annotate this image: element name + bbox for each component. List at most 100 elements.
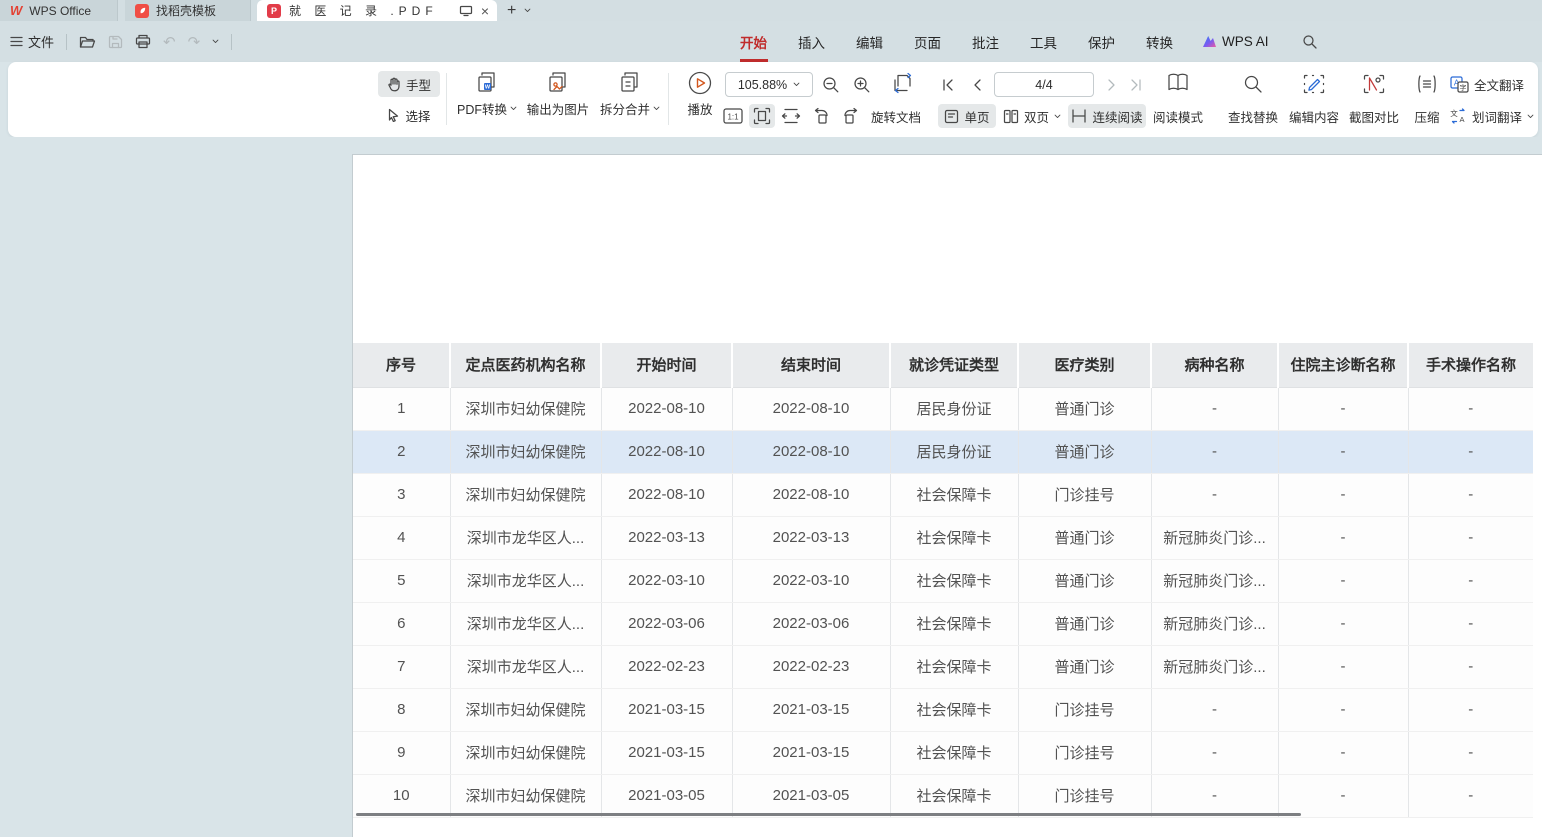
window-tab-bar: W WPS Office 找稻壳模板 P 就 医 记 录 .PDF × + <box>0 0 1542 21</box>
screenshot-compare-button[interactable]: 截图对比 <box>1342 104 1406 128</box>
double-page-button[interactable]: 双页 <box>1000 104 1064 128</box>
rotate-left-icon <box>812 107 830 125</box>
tab-document-pdf[interactable]: P 就 医 记 录 .PDF × <box>257 0 497 21</box>
save-icon[interactable] <box>108 35 123 49</box>
redo-icon[interactable]: ↷ <box>188 33 201 51</box>
edit-content-button[interactable]: 编辑内容 <box>1282 104 1346 128</box>
table-row: 4深圳市龙华区人...2022-03-132022-03-13社会保障卡普通门诊… <box>353 516 1533 559</box>
table-cell: 社会保障卡 <box>890 645 1018 688</box>
menu-comment[interactable]: 批注 <box>970 28 1001 56</box>
table-cell: - <box>1278 645 1408 688</box>
compress-button[interactable]: 压缩 <box>1410 104 1444 128</box>
table-cell: 新冠肺炎门诊... <box>1151 602 1278 645</box>
fit-width-button[interactable] <box>778 104 804 128</box>
rotate-pages-button[interactable] <box>886 68 920 98</box>
continuous-read-button[interactable]: 连续阅读 <box>1068 104 1146 128</box>
table-cell: 深圳市妇幼保健院 <box>450 731 601 774</box>
word-translate-button[interactable]: 文A 划词翻译 <box>1450 104 1542 128</box>
table-cell: - <box>1151 688 1278 731</box>
last-page-button[interactable] <box>1124 72 1148 97</box>
menu-edit[interactable]: 编辑 <box>854 28 885 56</box>
one-to-one-icon: 1:1 <box>723 108 743 124</box>
full-translate-button[interactable]: A字 全文翻译 <box>1450 70 1542 98</box>
table-cell: 2022-03-13 <box>732 516 890 559</box>
read-mode-label-button[interactable]: 阅读模式 <box>1148 104 1208 128</box>
hand-tool-button[interactable]: 手型 <box>378 71 440 97</box>
table-cell: - <box>1408 688 1533 731</box>
rotate-doc-button[interactable]: 旋转文档 <box>856 104 936 128</box>
table-cell: - <box>1408 602 1533 645</box>
table-cell: 2021-03-05 <box>732 774 890 817</box>
menu-page[interactable]: 页面 <box>912 28 943 56</box>
split-merge-label: 拆分合并 <box>600 99 650 118</box>
zoom-out-icon <box>822 76 840 94</box>
monitor-icon[interactable] <box>459 5 473 17</box>
menu-tools[interactable]: 工具 <box>1028 28 1059 56</box>
fit-page-button[interactable] <box>749 104 775 128</box>
table-cell: 门诊挂号 <box>1018 774 1151 817</box>
menu-bar: 文件 ↶ ↷ 开始 插入 编辑 页面 批注 工具 保护 转换 <box>0 21 1542 62</box>
folder-open-icon[interactable] <box>79 35 96 49</box>
search-icon[interactable] <box>1302 34 1318 50</box>
table-cell: 深圳市妇幼保健院 <box>450 774 601 817</box>
edit-content-button-icon[interactable] <box>1298 70 1330 98</box>
nav-first-icon <box>941 78 955 92</box>
column-header: 就诊凭证类型 <box>890 343 1018 387</box>
quick-access-toolbar: 文件 ↶ ↷ <box>10 21 232 62</box>
play-button[interactable]: 播放 <box>676 70 724 118</box>
split-merge-button[interactable]: 拆分合并 <box>588 70 672 118</box>
menu-convert[interactable]: 转换 <box>1144 28 1175 56</box>
table-cell: - <box>1408 516 1533 559</box>
first-page-button[interactable] <box>936 72 960 97</box>
wps-logo: W <box>10 3 22 18</box>
document-canvas[interactable]: 序号定点医药机构名称开始时间结束时间就诊凭证类型医疗类别病种名称住院主诊断名称手… <box>0 137 1542 837</box>
table-cell: 2022-03-06 <box>601 602 732 645</box>
search-icon <box>1243 74 1263 94</box>
column-header: 开始时间 <box>601 343 732 387</box>
file-menu-button[interactable]: 文件 <box>10 32 54 51</box>
table-cell: - <box>1278 602 1408 645</box>
table-cell: 4 <box>353 516 450 559</box>
undo-icon[interactable]: ↶ <box>163 33 176 51</box>
zoom-in-icon <box>853 76 871 94</box>
divider <box>66 34 67 50</box>
wps-ai-button[interactable]: WPS AI <box>1202 34 1269 49</box>
print-icon[interactable] <box>135 34 151 49</box>
read-mode-button[interactable] <box>1160 68 1196 98</box>
find-replace-button[interactable]: 查找替换 <box>1221 104 1285 128</box>
chevron-down-icon[interactable] <box>212 38 219 45</box>
menu-insert[interactable]: 插入 <box>796 28 827 56</box>
prev-page-button[interactable] <box>965 72 989 97</box>
table-cell: - <box>1408 473 1533 516</box>
page-number-input[interactable]: 4/4 <box>994 72 1094 97</box>
tab-docer-templates[interactable]: 找稻壳模板 <box>125 0 251 21</box>
continuous-read-label: 连续阅读 <box>1092 107 1142 126</box>
menu-home[interactable]: 开始 <box>738 28 769 56</box>
actual-size-button[interactable]: 1:1 <box>720 104 746 128</box>
table-row: 6深圳市龙华区人...2022-03-062022-03-06社会保障卡普通门诊… <box>353 602 1533 645</box>
chevron-down-icon <box>653 105 660 112</box>
export-image-label: 输出为图片 <box>527 99 590 118</box>
screenshot-compare-button-icon[interactable] <box>1358 70 1390 98</box>
table-cell: 深圳市妇幼保健院 <box>450 430 601 473</box>
next-page-button[interactable] <box>1100 72 1124 97</box>
zoom-in-button[interactable] <box>849 72 875 97</box>
select-tool-button[interactable]: 选择 <box>378 102 440 128</box>
find-replace-button-icon[interactable] <box>1237 70 1269 98</box>
table-cell: - <box>1408 645 1533 688</box>
zoom-level-dropdown[interactable]: 105.88% <box>725 72 813 97</box>
menu-protect[interactable]: 保护 <box>1086 28 1117 56</box>
cursor-icon <box>387 108 400 122</box>
fit-page-icon <box>753 107 771 125</box>
plus-icon[interactable]: + <box>507 3 516 19</box>
close-icon[interactable]: × <box>481 3 489 19</box>
pdf-file-icon: P <box>267 4 281 18</box>
double-page-icon <box>1003 109 1019 124</box>
chevron-down-icon[interactable] <box>524 7 531 14</box>
compress-button-icon[interactable] <box>1411 70 1443 98</box>
tab-wps-office[interactable]: W WPS Office <box>0 0 118 21</box>
rotate-left-button[interactable] <box>808 104 834 128</box>
zoom-out-button[interactable] <box>818 72 844 97</box>
single-page-button[interactable]: 单页 <box>938 104 996 128</box>
docer-icon <box>135 4 149 18</box>
